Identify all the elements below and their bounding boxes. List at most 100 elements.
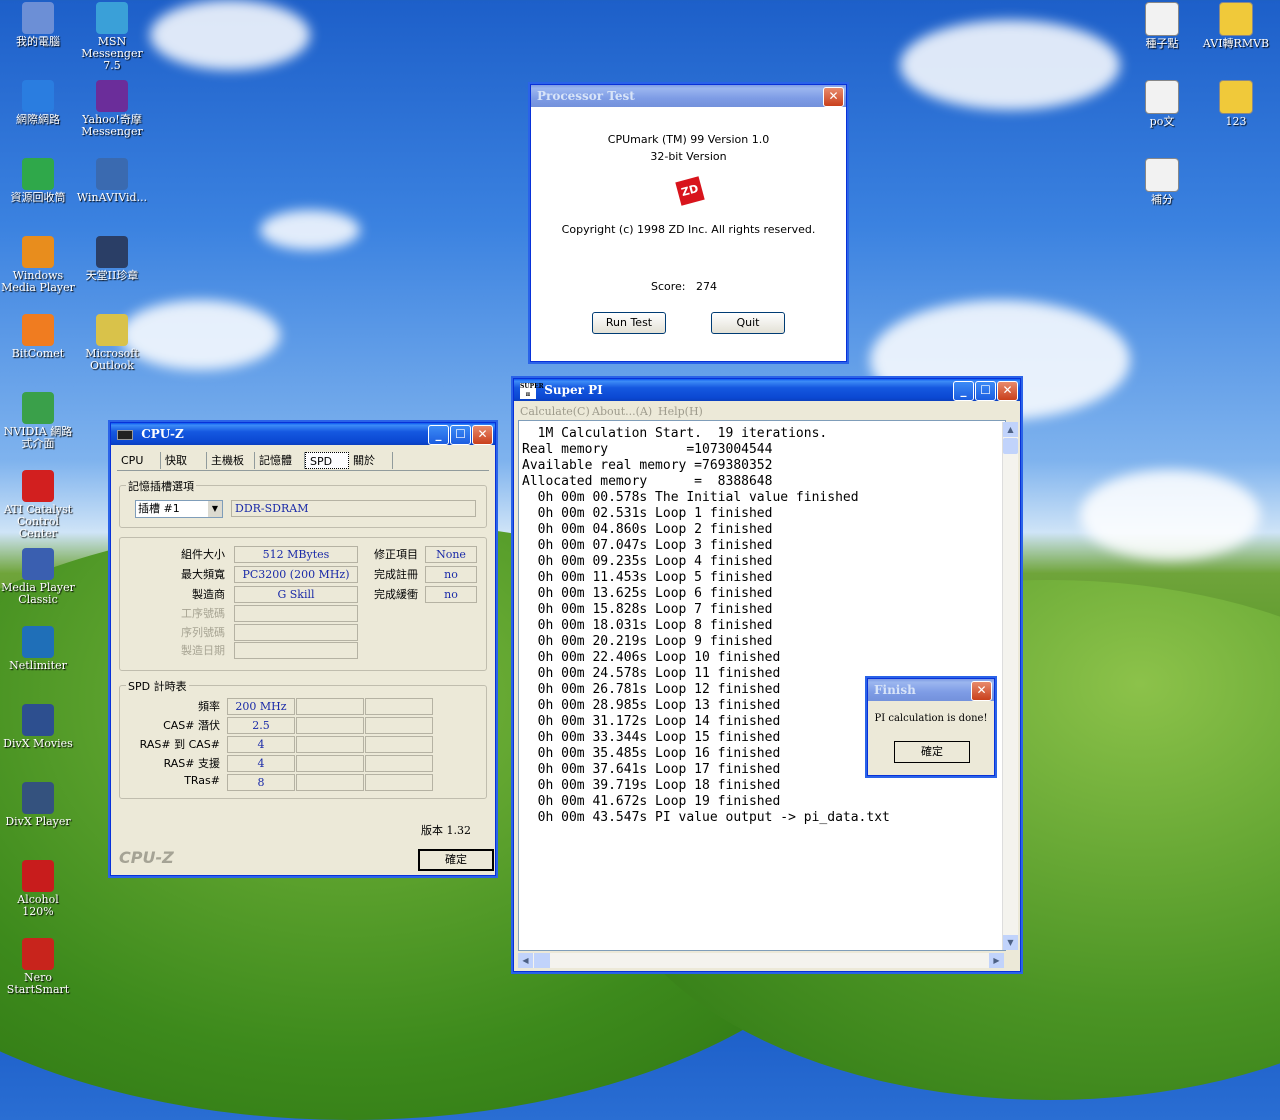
menu-item-2[interactable]: About...(A) — [592, 405, 652, 418]
desktop-icon[interactable]: 補分 — [1124, 158, 1200, 206]
app-icon — [22, 80, 54, 112]
desktop-icon[interactable]: Nero StartSmart — [0, 938, 76, 996]
close-icon[interactable]: ✕ — [971, 681, 992, 701]
desktop-icon[interactable]: po文 — [1124, 80, 1200, 128]
timing-empty-field — [365, 774, 433, 791]
correction-field: None — [425, 546, 477, 563]
output-line: 0h 00m 39.719s Loop 18 finished — [522, 778, 781, 793]
desktop-icon[interactable]: 123 — [1198, 80, 1274, 128]
scroll-left-icon[interactable]: ◀ — [518, 953, 533, 968]
desktop-icon-label: Media Player Classic — [1, 581, 75, 606]
desktop-icon[interactable]: Netlimiter — [0, 626, 76, 672]
minimize-icon[interactable]: _ — [428, 425, 449, 445]
desktop-icon[interactable]: Windows Media Player — [0, 236, 76, 294]
desktop-icon[interactable]: 網際網路 — [0, 80, 76, 126]
desktop-icon[interactable]: Media Player Classic — [0, 548, 76, 606]
desktop-icon[interactable]: 種子點 — [1124, 2, 1200, 50]
app-icon — [96, 236, 128, 268]
timing-value: 8 — [227, 774, 295, 791]
superpi-title: Super PI — [544, 383, 603, 397]
buffered-field: no — [425, 586, 477, 603]
registered-field: no — [425, 566, 477, 583]
desktop-icon[interactable]: MSN Messenger 7.5 — [74, 2, 150, 72]
timing-value: 2.5 — [227, 717, 295, 734]
close-icon[interactable]: ✕ — [472, 425, 493, 445]
chevron-down-icon[interactable]: ▼ — [208, 501, 222, 517]
timing-empty-field — [296, 717, 364, 734]
maximize-icon[interactable]: ☐ — [450, 425, 471, 445]
horizontal-scrollbar[interactable]: ◀ ▶ — [518, 953, 1004, 968]
desktop-icon[interactable]: Microsoft Outlook — [74, 314, 150, 372]
slot-select[interactable]: 插槽 #1 ▼ — [135, 500, 223, 518]
output-line: 0h 00m 43.547s PI value output -> pi_dat… — [522, 810, 890, 825]
scroll-hthumb[interactable] — [534, 953, 550, 968]
desktop-icon-label: po文 — [1149, 115, 1175, 128]
menu-item-1[interactable]: Calculate(C) — [520, 405, 590, 418]
maximize-icon[interactable]: ☐ — [975, 381, 996, 401]
app-icon — [22, 158, 54, 190]
scroll-up-icon[interactable]: ▲ — [1003, 422, 1018, 437]
slot-select-value: 插槽 #1 — [138, 502, 180, 515]
tab-2[interactable]: 快取 — [161, 452, 207, 469]
timing-label: CAS# 潛伏 — [163, 719, 220, 732]
desktop-icon[interactable]: AVI轉RMVB — [1198, 2, 1274, 50]
timing-label: RAS# 支援 — [163, 757, 220, 770]
tab-5[interactable]: SPD — [305, 452, 349, 469]
score-label: Score: — [651, 280, 686, 293]
desktop-icon-label: Alcohol 120% — [17, 893, 59, 918]
processor-test-titlebar[interactable]: Processor Test ✕ — [531, 85, 846, 107]
desktop-icon[interactable]: 資源回收筒 — [0, 158, 76, 204]
app-icon — [22, 392, 54, 424]
buffered-label: 完成緩衝 — [374, 588, 418, 601]
menu-item-3[interactable]: Help(H) — [658, 405, 703, 418]
desktop-icon[interactable]: 我的電腦 — [0, 2, 76, 48]
score-value: 274 — [696, 280, 717, 293]
manufacturing-date-field — [234, 642, 358, 659]
superpi-titlebar[interactable]: SUPER π Super PI _ ☐ ✕ — [514, 379, 1020, 401]
part-number-label: 工序號碼 — [181, 607, 225, 620]
cpuz-version: 版本 1.32 — [421, 824, 471, 837]
app-icon — [22, 314, 54, 346]
finish-ok-button[interactable]: 確定 — [894, 741, 970, 763]
desktop-icon[interactable]: Alcohol 120% — [0, 860, 76, 918]
cpuz-ok-button[interactable]: 確定 — [418, 849, 494, 871]
scroll-thumb[interactable] — [1003, 438, 1018, 454]
desktop-icon[interactable]: WinAVIVid... — [74, 158, 150, 204]
desktop-icon[interactable]: DivX Movies — [0, 704, 76, 750]
desktop-icon[interactable]: Yahoo!奇摩 Messenger — [74, 80, 150, 138]
max-bandwidth-field: PC3200 (200 MHz) — [234, 566, 358, 583]
tab-3[interactable]: 主機板 — [207, 452, 255, 469]
cpuz-titlebar[interactable]: CPU-Z _ ☐ ✕ — [111, 423, 495, 445]
desktop-icon[interactable]: ATI Catalyst Control Center — [0, 470, 76, 540]
output-line: 0h 00m 41.672s Loop 19 finished — [522, 794, 781, 809]
file-icon — [1219, 80, 1253, 114]
registered-label: 完成註冊 — [374, 568, 418, 581]
app-icon — [22, 782, 54, 814]
close-icon[interactable]: ✕ — [823, 87, 844, 107]
desktop-icon[interactable]: BitComet — [0, 314, 76, 360]
timing-value: 200 MHz — [227, 698, 295, 715]
minimize-icon[interactable]: _ — [953, 381, 974, 401]
desktop-icon[interactable]: NVIDIA 網路式介面 — [0, 392, 76, 450]
run-test-button[interactable]: Run Test — [592, 312, 666, 334]
app-icon — [22, 2, 54, 34]
desktop-icon-label: 補分 — [1151, 193, 1173, 206]
desktop-icon[interactable]: 天堂II珍章 — [74, 236, 150, 282]
scroll-right-icon[interactable]: ▶ — [989, 953, 1004, 968]
desktop-icon[interactable]: DivX Player — [0, 782, 76, 828]
finish-titlebar[interactable]: Finish ✕ — [868, 679, 994, 701]
timing-empty-field — [296, 736, 364, 753]
app-icon — [22, 704, 54, 736]
scroll-down-icon[interactable]: ▼ — [1003, 935, 1018, 950]
quit-button[interactable]: Quit — [711, 312, 785, 334]
tab-6[interactable]: 關於 — [349, 452, 393, 469]
serial-number-label: 序列號碼 — [181, 626, 225, 639]
tab-1[interactable]: CPU — [117, 452, 161, 469]
tab-4[interactable]: 記憶體 — [255, 452, 305, 469]
vertical-scrollbar[interactable]: ▲ ▼ — [1002, 422, 1018, 950]
cpumark-version-line: CPUmark (TM) 99 Version 1.0 — [607, 133, 770, 146]
app-icon — [96, 80, 128, 112]
close-icon[interactable]: ✕ — [997, 381, 1018, 401]
finish-title: Finish — [874, 683, 916, 697]
cpuz-tab-strip: CPU 快取 主機板 記憶體 SPD 關於 — [117, 452, 489, 471]
